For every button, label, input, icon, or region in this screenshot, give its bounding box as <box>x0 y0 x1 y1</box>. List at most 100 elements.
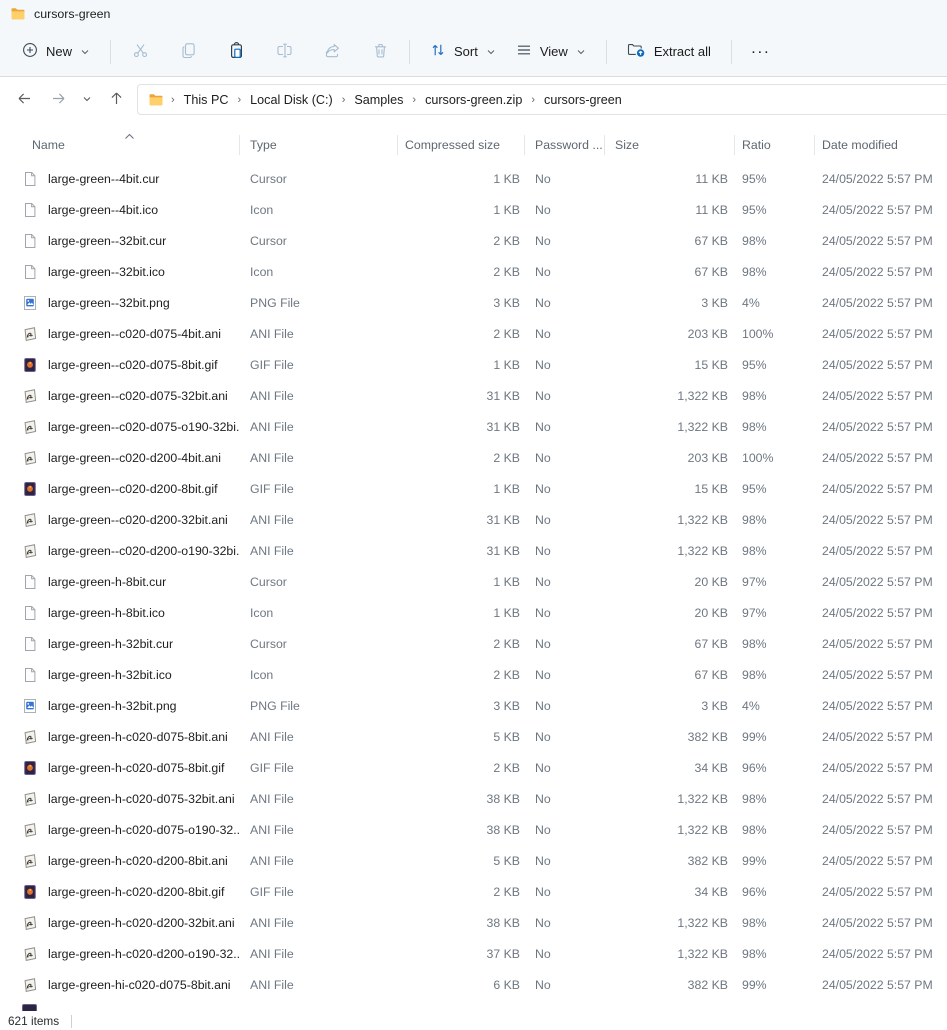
cursor-file-icon <box>22 574 38 590</box>
up-button[interactable] <box>102 86 130 114</box>
delete-button[interactable] <box>361 35 399 69</box>
file-row[interactable]: large-green--c020-d075-o190-32bi... ANI … <box>0 411 947 442</box>
file-row[interactable]: large-green-h-c020-d200-8bit.ani ANI Fil… <box>0 845 947 876</box>
ani-file-icon <box>22 450 38 466</box>
file-row[interactable]: large-green-h-c020-d075-8bit.ani ANI Fil… <box>0 721 947 752</box>
file-name: large-green-hi-c020-d075-8bit.ani <box>48 978 231 992</box>
file-row[interactable]: large-green-h-32bit.png PNG File 3 KB No… <box>0 690 947 721</box>
share-button[interactable] <box>313 35 351 69</box>
icon-file-icon <box>22 264 38 280</box>
column-header-ratio[interactable]: Ratio <box>735 135 815 155</box>
file-name: large-green--c020-d075-32bit.ani <box>48 389 228 403</box>
icon-file-icon <box>22 667 38 683</box>
share-icon <box>324 42 341 62</box>
file-row[interactable]: large-green--32bit.cur Cursor 2 KB No 67… <box>0 225 947 256</box>
chevron-right-icon: › <box>164 94 182 106</box>
file-name: large-green-h-c020-d200-8bit.gif <box>48 885 224 899</box>
file-row[interactable]: large-green-h-8bit.ico Icon 1 KB No 20 K… <box>0 597 947 628</box>
file-name: large-green-h-32bit.cur <box>48 637 173 651</box>
forward-button[interactable] <box>44 86 72 114</box>
column-header-date-modified[interactable]: Date modified <box>815 135 947 155</box>
address-bar[interactable]: ›This PC›Local Disk (C:)›Samples›cursors… <box>137 84 947 115</box>
new-button[interactable]: New <box>12 35 100 69</box>
file-row[interactable]: large-green-h-c020-d075-o190-32... ANI F… <box>0 814 947 845</box>
see-more-button[interactable]: ... <box>742 35 780 69</box>
partial-file-row[interactable] <box>22 1004 37 1011</box>
file-name: large-green--c020-d075-8bit.gif <box>48 358 218 372</box>
gif-file-icon <box>22 884 38 900</box>
column-header-type[interactable]: Type <box>240 135 398 155</box>
file-row[interactable]: large-green--c020-d200-4bit.ani ANI File… <box>0 442 947 473</box>
cursor-file-icon <box>22 636 38 652</box>
breadcrumb-items: ›This PC›Local Disk (C:)›Samples›cursors… <box>164 90 624 110</box>
breadcrumb-item-1[interactable]: This PC <box>182 90 231 110</box>
folder-icon <box>10 6 26 22</box>
back-button[interactable] <box>10 86 38 114</box>
file-row[interactable]: large-green-h-c020-d075-32bit.ani ANI Fi… <box>0 783 947 814</box>
file-row[interactable]: large-green-h-c020-d075-8bit.gif GIF Fil… <box>0 752 947 783</box>
delete-icon <box>372 42 389 62</box>
file-row[interactable]: large-green--c020-d075-8bit.gif GIF File… <box>0 349 947 380</box>
file-row[interactable]: large-green-h-8bit.cur Cursor 1 KB No 20… <box>0 566 947 597</box>
rename-button[interactable] <box>265 35 303 69</box>
copy-icon <box>180 42 197 62</box>
file-name: large-green-h-c020-d075-32bit.ani <box>48 792 235 806</box>
paste-button[interactable] <box>217 35 255 69</box>
breadcrumb-item-2[interactable]: Local Disk (C:) <box>248 90 335 110</box>
file-row[interactable]: large-green--32bit.ico Icon 2 KB No 67 K… <box>0 256 947 287</box>
column-header-compressed-size[interactable]: Compressed size <box>398 135 525 155</box>
file-name: large-green-h-32bit.png <box>48 699 177 713</box>
file-row[interactable]: large-green--32bit.png PNG File 3 KB No … <box>0 287 947 318</box>
file-row[interactable]: large-green--c020-d075-32bit.ani ANI Fil… <box>0 380 947 411</box>
file-list-area: Name Type Compressed size Password ... S… <box>0 122 947 1012</box>
sort-button[interactable]: Sort <box>420 35 506 69</box>
file-name: large-green-h-c020-d075-8bit.gif <box>48 761 224 775</box>
file-row[interactable]: large-green-h-32bit.ico Icon 2 KB No 67 … <box>0 659 947 690</box>
icon-file-icon <box>22 202 38 218</box>
chevron-right-icon: › <box>524 94 542 106</box>
breadcrumb-item-3[interactable]: Samples <box>352 90 405 110</box>
chevron-right-icon: › <box>335 94 353 106</box>
file-row[interactable]: large-green--4bit.ico Icon 1 KB No 11 KB… <box>0 194 947 225</box>
file-name: large-green-h-c020-d200-32bit.ani <box>48 916 235 930</box>
sort-ascending-caret-icon <box>124 127 135 145</box>
file-row[interactable]: large-green-h-32bit.cur Cursor 2 KB No 6… <box>0 628 947 659</box>
column-header-size[interactable]: Size <box>605 135 735 155</box>
extract-all-button[interactable]: Extract all <box>617 35 721 69</box>
status-separator <box>71 1015 72 1028</box>
file-row[interactable]: large-green--c020-d075-4bit.ani ANI File… <box>0 318 947 349</box>
breadcrumb-item-5[interactable]: cursors-green <box>542 90 624 110</box>
file-name: large-green--c020-d075-4bit.ani <box>48 327 221 341</box>
folder-icon <box>148 92 164 108</box>
new-button-label: New <box>46 44 72 59</box>
view-button[interactable]: View <box>506 35 596 69</box>
rename-icon <box>276 42 293 62</box>
ani-file-icon <box>22 822 38 838</box>
file-name: large-green--c020-d200-32bit.ani <box>48 513 228 527</box>
file-row[interactable]: large-green-h-c020-d200-32bit.ani ANI Fi… <box>0 907 947 938</box>
recent-locations-button[interactable] <box>78 86 96 114</box>
file-row[interactable]: large-green--c020-d200-32bit.ani ANI Fil… <box>0 504 947 535</box>
copy-button[interactable] <box>169 35 207 69</box>
file-row[interactable]: large-green-h-c020-d200-8bit.gif GIF Fil… <box>0 876 947 907</box>
chevron-down-icon <box>80 47 90 57</box>
view-button-label: View <box>540 44 568 59</box>
file-row[interactable]: large-green-h-c020-d200-o190-32... ANI F… <box>0 938 947 969</box>
toolbar-separator <box>606 40 607 64</box>
file-name: large-green--c020-d075-o190-32bi... <box>48 420 240 434</box>
column-header-password[interactable]: Password ... <box>525 135 605 155</box>
column-header-name[interactable]: Name <box>0 135 240 155</box>
toolbar-separator <box>409 40 410 64</box>
file-explorer-window: cursors-green New Sort View <box>0 0 947 1030</box>
ani-file-icon <box>22 729 38 745</box>
cut-button[interactable] <box>121 35 159 69</box>
command-bar: New Sort View Ext <box>0 28 947 75</box>
file-row[interactable]: large-green--c020-d200-8bit.gif GIF File… <box>0 473 947 504</box>
breadcrumb-item-4[interactable]: cursors-green.zip <box>423 90 524 110</box>
file-name: large-green-h-32bit.ico <box>48 668 172 682</box>
gif-file-icon <box>22 481 38 497</box>
file-row[interactable]: large-green--c020-d200-o190-32bi... ANI … <box>0 535 947 566</box>
file-row[interactable]: large-green--4bit.cur Cursor 1 KB No 11 … <box>0 163 947 194</box>
file-row[interactable]: large-green-hi-c020-d075-8bit.ani ANI Fi… <box>0 969 947 1000</box>
chevron-right-icon: › <box>405 94 423 106</box>
